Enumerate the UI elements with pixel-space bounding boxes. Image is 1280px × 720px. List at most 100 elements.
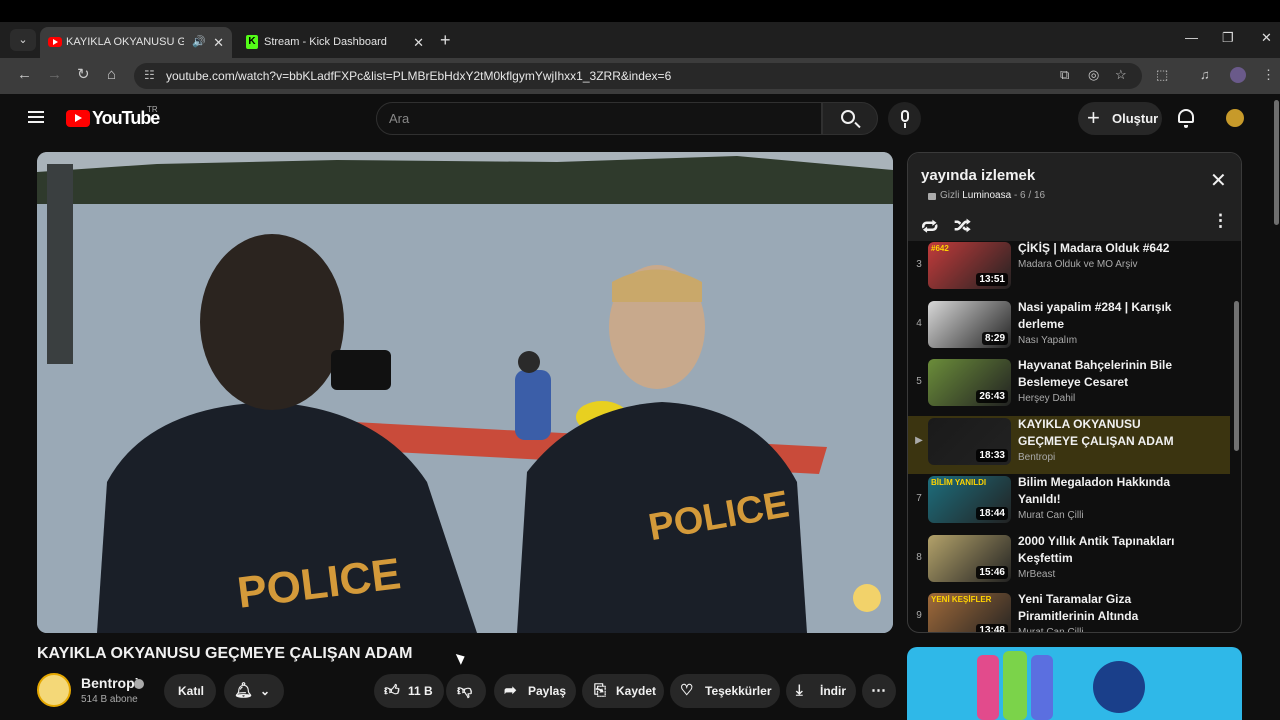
- subscriber-count: 514 B abone: [81, 694, 138, 705]
- profile-avatar[interactable]: [1230, 67, 1246, 83]
- close-tab-icon[interactable]: ✕: [413, 27, 424, 58]
- media-control-icon[interactable]: ♫: [1200, 67, 1210, 82]
- microphone-icon: [901, 110, 909, 122]
- search-input[interactable]: Ara: [376, 102, 822, 135]
- close-playlist-icon[interactable]: ✕: [1210, 171, 1227, 191]
- share-arrow-icon: ➦: [504, 682, 517, 699]
- playlist-item-thumbnail[interactable]: 8:29: [928, 300, 1011, 348]
- account-avatar[interactable]: [1226, 109, 1244, 127]
- cast-icon[interactable]: ⧉: [1060, 67, 1069, 83]
- site-info-icon[interactable]: ☷: [144, 68, 155, 82]
- ad-banner[interactable]: [907, 647, 1242, 720]
- subscription-bell-button[interactable]: 🔔︎ ⌄: [224, 674, 284, 708]
- dislike-button[interactable]: 👎︎: [446, 674, 486, 708]
- playlist-panel: yayında izlemek Gizli Luminoasa - 6 / 16…: [907, 152, 1242, 633]
- thumbs-down-icon: 👎︎: [457, 682, 473, 699]
- playlist-item-thumbnail[interactable]: 18:33: [928, 417, 1011, 465]
- playlist-item-title[interactable]: 2000 Yıllık Antik Tapınakları Keşfettim: [1018, 533, 1190, 567]
- home-icon[interactable]: ⌂: [107, 66, 116, 84]
- playlist-item-title[interactable]: Yeni Taramalar Giza Piramitlerinin Altın…: [1018, 591, 1190, 625]
- playlist-item[interactable]: 4 8:29 Nasi yapalim #284 | Karışık derleme…: [908, 299, 1230, 357]
- playlist-item-title[interactable]: KAYIKLA OKYANUSU GEÇMEYE ÇALIŞAN ADAM: [1018, 416, 1190, 450]
- url-text: youtube.com/watch?v=bbKLadfFXPc&list=PLM…: [166, 69, 672, 83]
- playlist-item-channel[interactable]: Murat Can Çilli: [1018, 627, 1084, 632]
- menu-icon[interactable]: [28, 111, 44, 123]
- playlist-item-thumbnail[interactable]: 13:48 YENİ KEŞİFLER: [928, 593, 1011, 632]
- ad-bottle-3: [1031, 655, 1053, 720]
- playlist-item-title[interactable]: Hayvanat Bahçelerinin Bile Beslemeye Ces…: [1018, 357, 1190, 391]
- playlist-item-title[interactable]: Bilim Megaladon Hakkında Yanıldı!: [1018, 474, 1190, 508]
- like-button[interactable]: 👍︎ 11 B: [374, 674, 444, 708]
- playlist-item-index: 5: [916, 376, 922, 387]
- save-button[interactable]: ⎘ Kaydet: [582, 674, 664, 708]
- voice-search-button[interactable]: [888, 102, 921, 135]
- close-window-icon[interactable]: ✕: [1261, 30, 1272, 46]
- playlist-item-thumbnail[interactable]: 13:51 #642: [928, 242, 1011, 289]
- page-scrollbar[interactable]: [1274, 100, 1279, 225]
- playlist-item-channel[interactable]: Nası Yapalım: [1018, 335, 1077, 346]
- playlist-title[interactable]: yayında izlemek: [921, 167, 1035, 184]
- save-label: Kaydet: [616, 684, 657, 698]
- playlist-item[interactable]: 5 26:43 Hayvanat Bahçelerinin Bile Besleme…: [908, 357, 1230, 415]
- thanks-button[interactable]: ♡ Teşekkürler: [670, 674, 780, 708]
- url-field[interactable]: ☷ youtube.com/watch?v=bbKLadfFXPc&list=P…: [134, 63, 1142, 89]
- playlist-item[interactable]: 8 15:46 2000 Yıllık Antik Tapınakları Keşf…: [908, 533, 1230, 591]
- loop-icon[interactable]: 🔁︎: [921, 213, 938, 239]
- playlist-item-channel[interactable]: MrBeast: [1018, 569, 1055, 580]
- playlist-item[interactable]: 9 13:48 YENİ KEŞİFLER Yeni Taramalar Giza P…: [908, 591, 1230, 632]
- back-icon[interactable]: ←: [17, 66, 32, 84]
- create-button[interactable]: + Oluştur: [1078, 102, 1162, 135]
- hide-eye-icon[interactable]: ◎: [1088, 67, 1099, 83]
- playlist-item-channel[interactable]: Herşey Dahil: [1018, 393, 1075, 404]
- more-actions-button[interactable]: ⋯: [862, 674, 896, 708]
- channel-avatar[interactable]: [37, 673, 71, 707]
- duration-badge: 15:46: [976, 565, 1008, 579]
- playlist-item[interactable]: 3 13:51 #642 ÇİKİŞ | Madara Olduk #642 Madar…: [908, 240, 1230, 298]
- playlist-item-thumbnail[interactable]: 26:43: [928, 359, 1011, 406]
- restore-icon[interactable]: ❐: [1222, 30, 1234, 46]
- youtube-logo-icon[interactable]: [66, 110, 90, 127]
- share-button[interactable]: ➦ Paylaş: [494, 674, 576, 708]
- shuffle-icon[interactable]: 🔀︎: [954, 212, 971, 238]
- minimize-icon[interactable]: —: [1185, 30, 1198, 45]
- download-button[interactable]: ⤓ İndir: [786, 674, 856, 708]
- camera: [331, 350, 391, 390]
- playlist-scrollbar[interactable]: [1234, 301, 1239, 451]
- join-button[interactable]: Katıl: [164, 674, 216, 708]
- search-button[interactable]: [822, 102, 878, 135]
- playlist-header: yayında izlemek Gizli Luminoasa - 6 / 16…: [908, 153, 1241, 241]
- playlist-item-title[interactable]: ÇİKİŞ | Madara Olduk #642: [1018, 240, 1190, 257]
- forward-icon[interactable]: →: [47, 66, 62, 84]
- playlist-item-index: 8: [916, 551, 922, 563]
- playlist-item[interactable]: 7 18:44 BİLİM YANILDI Bilim Megaladon Hakkı…: [908, 474, 1230, 532]
- video-player[interactable]: POLICE POLICE: [37, 152, 893, 633]
- extensions-icon[interactable]: ⬚: [1156, 67, 1168, 83]
- reload-icon[interactable]: ↻: [77, 66, 90, 84]
- tab-kick[interactable]: K Stream - Kick Dashboard ✕: [236, 27, 432, 58]
- notifications-bell-icon[interactable]: [1178, 109, 1194, 128]
- playlist-item-thumbnail[interactable]: 18:44 BİLİM YANILDI: [928, 476, 1011, 523]
- new-tab-icon[interactable]: +: [440, 29, 451, 51]
- browser-menu-icon[interactable]: ⋮: [1262, 67, 1275, 83]
- join-label: Katıl: [178, 684, 205, 698]
- playlist-item-thumbnail[interactable]: 15:46: [928, 534, 1011, 582]
- close-tab-icon[interactable]: ✕: [213, 27, 224, 58]
- duration-badge: 18:44: [976, 507, 1008, 520]
- channel-name[interactable]: Bentropi: [81, 675, 139, 691]
- playlist-item-channel[interactable]: Murat Can Çilli: [1018, 510, 1084, 521]
- thumbnail-badge-text: #642: [931, 244, 949, 253]
- playlist-meta: Gizli Luminoasa - 6 / 16: [940, 190, 1045, 201]
- thanks-label: Teşekkürler: [705, 684, 772, 698]
- bookmark-star-icon[interactable]: ☆: [1115, 67, 1127, 83]
- playlist-owner[interactable]: Luminoasa: [962, 190, 1011, 201]
- speaker-icon[interactable]: 🔊: [192, 27, 206, 58]
- playlist-item-channel[interactable]: Bentropi: [1018, 452, 1055, 463]
- playlist-item[interactable]: ▶ 18:33 KAYIKLA OKYANUSU GEÇMEYE ÇALIŞAN A…: [908, 415, 1230, 474]
- tab-title: Stream - Kick Dashboard: [264, 36, 387, 48]
- playlist-more-icon[interactable]: ⋮: [1212, 211, 1229, 231]
- tab-search-button[interactable]: ⌄: [10, 29, 36, 51]
- playlist-item-title[interactable]: Nasi yapalim #284 | Karışık derleme: [1018, 299, 1190, 333]
- playlist-item-channel[interactable]: Madara Olduk ve MO Arşiv: [1018, 259, 1137, 270]
- tab-youtube[interactable]: KAYIKLA OKYANUSU GEÇMEYE ÇALIŞAN ADAM 🔊 …: [40, 27, 232, 58]
- tab-title: KAYIKLA OKYANUSU GEÇMEYE ÇALIŞAN ADAM: [66, 36, 184, 48]
